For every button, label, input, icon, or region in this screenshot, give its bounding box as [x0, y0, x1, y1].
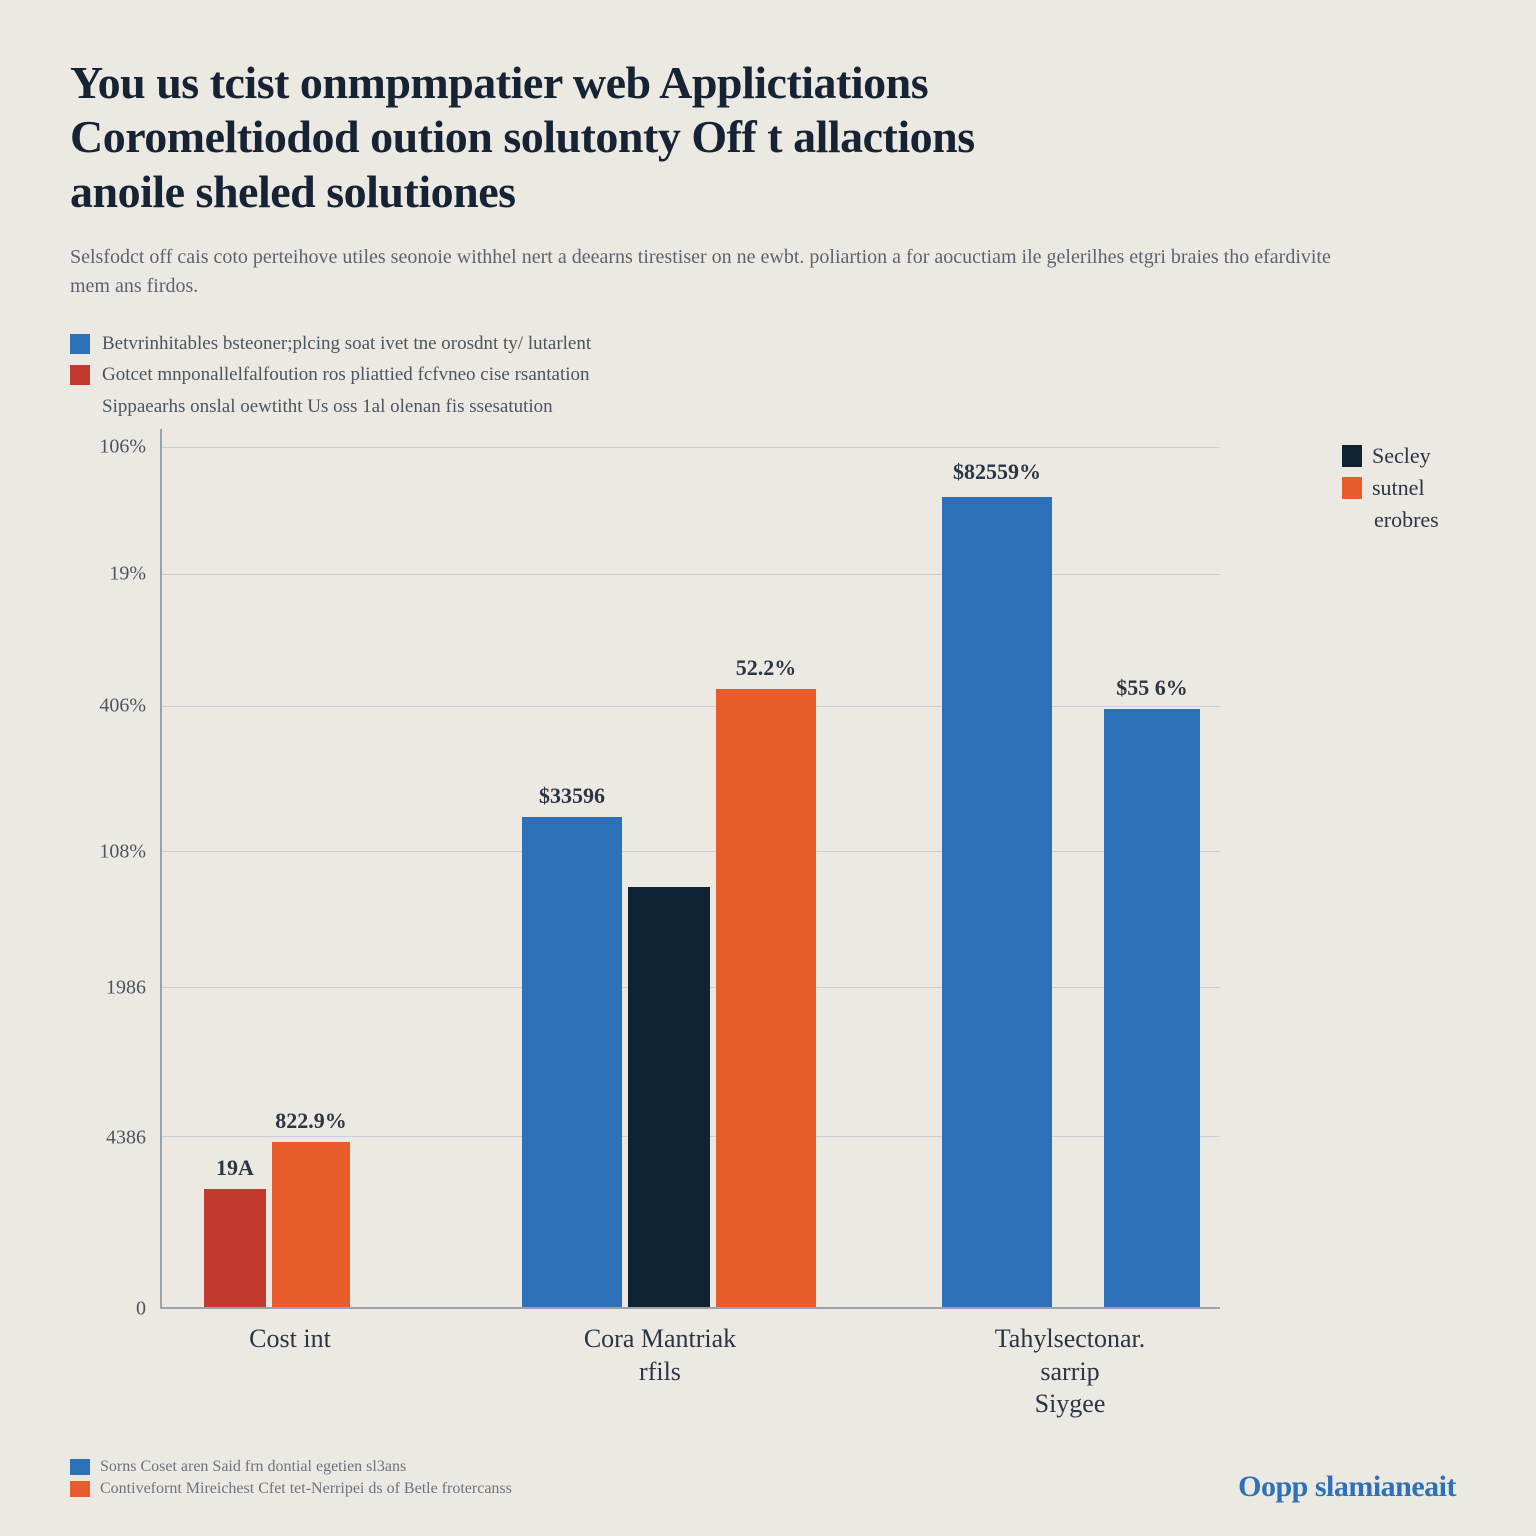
title-line-3: anoile sheled solutiones	[70, 166, 516, 217]
y-tick-3: 108%	[99, 840, 146, 863]
footer-notes: Sorns Coset aren Said frn dontial egetie…	[70, 1458, 512, 1502]
y-tick-6: 0	[136, 1298, 146, 1321]
footer-swatch-orange-icon	[70, 1481, 90, 1497]
footer-swatch-blue-icon	[70, 1459, 90, 1475]
brand-mark: Oopp slamianeait	[1238, 1470, 1456, 1504]
bar-group-1: $33596 52.2%	[522, 689, 816, 1307]
y-tick-5: 4386	[106, 1126, 146, 1149]
bar-g0-orange: 822.9%	[272, 1142, 350, 1307]
legend-side-orange-icon	[1342, 477, 1362, 499]
bar-g1-blue: $33596	[522, 817, 622, 1307]
chart-title: You us tcist onmpmpatier web Applictiati…	[70, 56, 1466, 219]
y-tick-1: 19%	[109, 563, 146, 586]
bar-label-g1b0: $33596	[539, 783, 605, 809]
footer-b: Contivefornt Mireichest Cfet tet-Nerripe…	[100, 1480, 512, 1498]
legend-side-c: erobres	[1374, 507, 1439, 533]
plot-area: 106% 19% 406% 108% 1986 4386 0 19A 822.9…	[70, 429, 1466, 1309]
footer-a: Sorns Coset aren Said frn dontial egetie…	[100, 1458, 406, 1476]
bar-g2-blue-b: $55 6%	[1104, 709, 1200, 1307]
title-line-2: Coromeltiodod oution solutonty Off t all…	[70, 111, 975, 162]
y-tick-0: 106%	[99, 435, 146, 458]
legend-top-a: Betvrinhitables bsteoner;plcing soat ive…	[102, 329, 591, 358]
x-label-1: Cora Mantriak rfils	[584, 1323, 736, 1388]
bar-g2-blue-a: $82559%	[942, 497, 1052, 1307]
bar-group-0: 19A 822.9%	[204, 1142, 350, 1307]
bar-g1-dark	[628, 887, 710, 1307]
bar-group-2: $82559% $55 6%	[942, 497, 1200, 1307]
bar-label-g2b1: $55 6%	[1116, 675, 1188, 701]
legend-top: Betvrinhitables bsteoner;plcing soat ive…	[70, 329, 1466, 421]
bar-label-g0b0: 19A	[216, 1155, 254, 1181]
legend-side-dark-icon	[1342, 445, 1362, 467]
y-tick-2: 406%	[99, 695, 146, 718]
legend-side: Secley sutnel erobres	[1342, 443, 1439, 539]
bar-label-g0b1: 822.9%	[275, 1108, 347, 1134]
legend-swatch-blue-icon	[70, 334, 90, 354]
bar-label-g1b2: 52.2%	[736, 655, 797, 681]
y-tick-4: 1986	[106, 976, 146, 999]
bar-label-g2b0: $82559%	[953, 459, 1041, 485]
legend-top-b: Gotcet mnponallelfalfoution ros pliattie…	[102, 360, 590, 389]
x-label-2: Tahylsectonar. sarrip Siygee	[995, 1323, 1146, 1421]
title-line-1: You us tcist onmpmpatier web Applictiati…	[70, 57, 928, 108]
y-axis: 106% 19% 406% 108% 1986 4386 0	[70, 429, 160, 1309]
bar-g0-red: 19A	[204, 1189, 266, 1307]
plot: 19A 822.9% $33596 52.2% $82559%	[160, 429, 1220, 1309]
legend-top-c: Sippaearhs onslal oewtitht Us oss 1al ol…	[102, 392, 553, 421]
chart-subtitle: Selsfodct off cais coto perteihove utile…	[70, 243, 1350, 301]
bar-g1-orange: 52.2%	[716, 689, 816, 1307]
legend-side-a: Secley	[1372, 443, 1431, 469]
legend-swatch-red-icon	[70, 365, 90, 385]
x-label-0: Cost int	[249, 1323, 331, 1356]
legend-side-b: sutnel	[1372, 475, 1425, 501]
